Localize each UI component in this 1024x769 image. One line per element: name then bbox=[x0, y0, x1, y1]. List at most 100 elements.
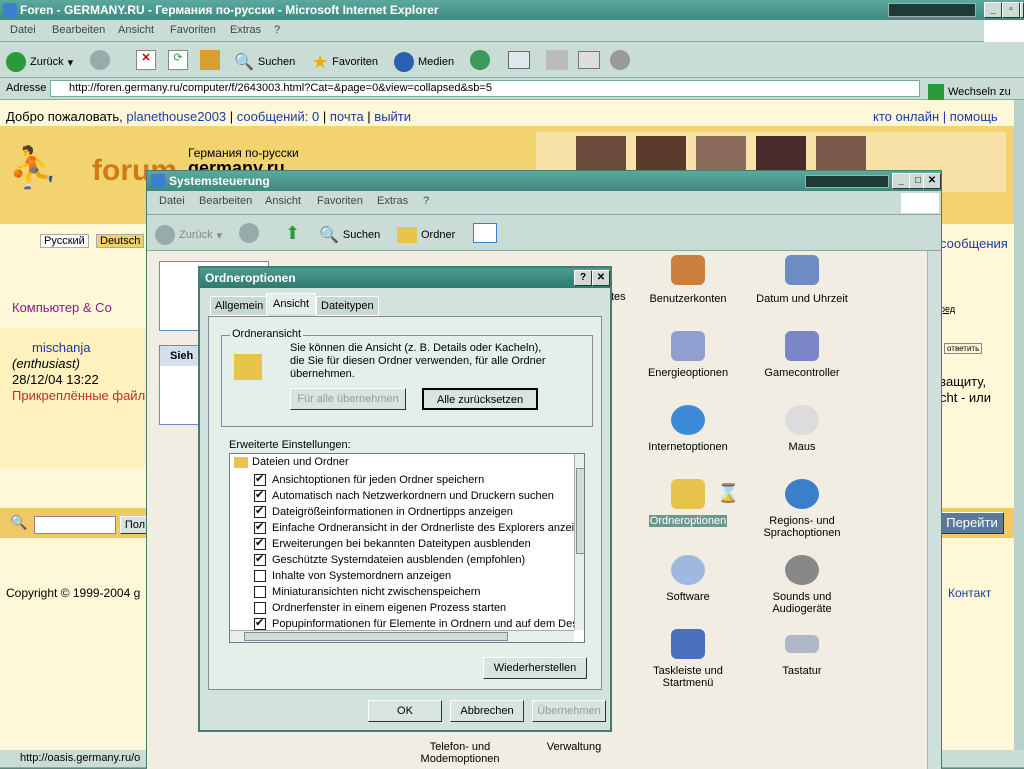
cp-toolbar: Zurück ▾ ⬆ 🔍 Suchen Ordner bbox=[147, 215, 941, 251]
print-icon[interactable] bbox=[546, 50, 568, 70]
option-row[interactable]: Einfache Ordneransicht in der Ordnerlist… bbox=[254, 520, 585, 536]
option-checkbox[interactable] bbox=[254, 504, 266, 518]
user-link[interactable]: planethouse2003 bbox=[126, 109, 226, 124]
menu-datei[interactable]: Datei bbox=[10, 24, 36, 36]
ie-scrollbar[interactable] bbox=[1014, 100, 1024, 750]
tab-allgemein[interactable]: Allgemein bbox=[210, 296, 269, 316]
menu-favoriten[interactable]: Favoriten bbox=[170, 24, 216, 36]
cancel-button[interactable]: Abbrechen bbox=[450, 700, 524, 722]
option-label: Miniaturansichten nicht zwischenspeicher… bbox=[272, 586, 481, 598]
logout-link[interactable]: выйти bbox=[374, 109, 411, 124]
messages-nav-link[interactable]: сообщения bbox=[940, 236, 1008, 251]
clock-icon bbox=[785, 255, 819, 285]
advanced-settings-list[interactable]: Dateien und Ordner Ansichtoptionen für j… bbox=[229, 453, 585, 643]
option-checkbox[interactable] bbox=[254, 536, 266, 550]
cp-title: Systemsteuerung bbox=[169, 174, 270, 188]
address-label: Adresse bbox=[6, 82, 47, 94]
back-button[interactable]: Zurück ▾ bbox=[6, 48, 73, 76]
maximize-button[interactable]: ▫ bbox=[1002, 2, 1020, 18]
lang-ru-button[interactable]: Русский bbox=[40, 234, 89, 248]
option-checkbox[interactable] bbox=[254, 570, 266, 582]
ok-button[interactable]: OK bbox=[368, 700, 442, 722]
favorites-button[interactable]: ★ Favoriten bbox=[312, 48, 378, 76]
cp-minimize-button[interactable]: _ bbox=[892, 173, 910, 189]
reply-button[interactable]: ответить bbox=[944, 343, 983, 354]
home-icon[interactable] bbox=[200, 50, 220, 70]
address-input[interactable]: http://foren.germany.ru/computer/f/26430… bbox=[50, 80, 920, 97]
option-checkbox[interactable] bbox=[254, 586, 266, 598]
dialog-help-button[interactable]: ? bbox=[574, 270, 592, 286]
option-label: Einfache Ordneransicht in der Ordnerlist… bbox=[272, 522, 585, 534]
who-online-link[interactable]: кто онлайн bbox=[873, 109, 939, 124]
option-checkbox[interactable] bbox=[254, 552, 266, 566]
list-hscroll-thumb[interactable] bbox=[244, 632, 508, 641]
option-row[interactable]: Ordnerfenster in einem eigenen Prozess s… bbox=[254, 600, 506, 616]
cp-menu-favoriten[interactable]: Favoriten bbox=[317, 195, 363, 207]
option-checkbox[interactable] bbox=[254, 602, 266, 614]
reset-all-button[interactable]: Alle zurücksetzen bbox=[422, 388, 538, 410]
close-button[interactable] bbox=[1020, 2, 1024, 18]
author-link[interactable]: mischanja bbox=[32, 340, 91, 355]
apply-all-button[interactable]: Für alle übernehmen bbox=[290, 388, 406, 410]
cp-folders-button[interactable]: Ordner bbox=[397, 221, 455, 249]
cp-close-button[interactable]: ✕ bbox=[923, 173, 941, 189]
contact-link[interactable]: Контакт bbox=[948, 586, 991, 600]
option-checkbox[interactable] bbox=[254, 472, 266, 486]
menu-ansicht[interactable]: Ansicht bbox=[118, 24, 154, 36]
minimize-button[interactable]: _ bbox=[984, 2, 1002, 18]
option-row[interactable]: Dateigrößeinformationen in Ordnertipps a… bbox=[254, 504, 513, 520]
stop-icon[interactable]: ✕ bbox=[136, 50, 156, 70]
restore-button[interactable]: Wiederherstellen bbox=[483, 657, 587, 679]
menu-help[interactable]: ? bbox=[274, 24, 280, 36]
nav-link[interactable]: ред bbox=[940, 304, 955, 314]
refresh-icon[interactable]: ⟳ bbox=[168, 50, 188, 70]
menu-bearbeiten[interactable]: Bearbeiten bbox=[52, 24, 105, 36]
option-row[interactable]: Ansichtoptionen für jeden Ordner speiche… bbox=[254, 472, 484, 488]
cp-menu-ansicht[interactable]: Ansicht bbox=[265, 195, 301, 207]
cp-back-button[interactable]: Zurück ▾ bbox=[155, 221, 222, 249]
messages-link[interactable]: сообщений: 0 bbox=[237, 109, 320, 124]
search-button[interactable]: 🔍 Suchen bbox=[234, 48, 295, 76]
history-icon[interactable] bbox=[470, 50, 490, 70]
taskbar-icon bbox=[671, 629, 705, 659]
apply-button[interactable]: Übernehmen bbox=[532, 700, 606, 722]
mail-link[interactable]: почта bbox=[330, 109, 364, 124]
list-hscrollbar[interactable] bbox=[230, 630, 574, 642]
tray-icons bbox=[888, 3, 976, 17]
mail-icon[interactable] bbox=[508, 51, 530, 69]
go-page-button[interactable]: Перейти bbox=[940, 512, 1004, 534]
cp-scrollbar[interactable] bbox=[927, 251, 941, 769]
menu-extras[interactable]: Extras bbox=[230, 24, 261, 36]
option-row[interactable]: Automatisch nach Netzwerkordnern und Dru… bbox=[254, 488, 554, 504]
list-vscroll-thumb[interactable] bbox=[576, 468, 584, 554]
views-icon[interactable] bbox=[473, 223, 497, 243]
messenger-icon[interactable] bbox=[610, 50, 630, 70]
cp-forward-icon[interactable] bbox=[239, 223, 259, 243]
option-row[interactable]: Geschützte Systemdateien ausblenden (emp… bbox=[254, 552, 525, 568]
page-search-input[interactable] bbox=[34, 516, 116, 534]
cp-menu-extras[interactable]: Extras bbox=[377, 195, 408, 207]
cp-menu-datei[interactable]: Datei bbox=[159, 195, 185, 207]
option-row[interactable]: Inhalte von Systemordnern anzeigen bbox=[254, 568, 451, 584]
up-folder-icon[interactable]: ⬆ bbox=[285, 223, 307, 245]
list-vscrollbar[interactable] bbox=[574, 454, 584, 630]
option-row[interactable]: Miniaturansichten nicht zwischenspeicher… bbox=[254, 584, 481, 600]
cp-menu-help[interactable]: ? bbox=[423, 195, 429, 207]
edit-icon[interactable] bbox=[578, 51, 600, 69]
option-row[interactable]: Erweiterungen bei bekannten Dateitypen a… bbox=[254, 536, 531, 552]
option-checkbox[interactable] bbox=[254, 488, 266, 502]
cp-search-button[interactable]: 🔍 Suchen bbox=[319, 221, 380, 249]
option-checkbox[interactable] bbox=[254, 520, 266, 534]
media-button[interactable]: Medien bbox=[394, 48, 454, 76]
section-title[interactable]: Компьютер & Co bbox=[12, 300, 112, 315]
lang-de-button[interactable]: Deutsch bbox=[96, 234, 145, 248]
help-link[interactable]: помощь bbox=[950, 109, 998, 124]
cp-menu-bearbeiten[interactable]: Bearbeiten bbox=[199, 195, 252, 207]
forward-arrow-icon[interactable] bbox=[90, 50, 110, 70]
welcome-line: Добро пожаловать, planethouse2003 | сооб… bbox=[6, 109, 412, 124]
option-checkbox[interactable] bbox=[254, 616, 266, 630]
tab-dateitypen[interactable]: Dateitypen bbox=[316, 296, 379, 316]
tab-ansicht[interactable]: Ansicht bbox=[266, 293, 317, 314]
advanced-label: Erweiterte Einstellungen: bbox=[229, 439, 351, 451]
dialog-close-button[interactable]: ✕ bbox=[592, 270, 610, 286]
